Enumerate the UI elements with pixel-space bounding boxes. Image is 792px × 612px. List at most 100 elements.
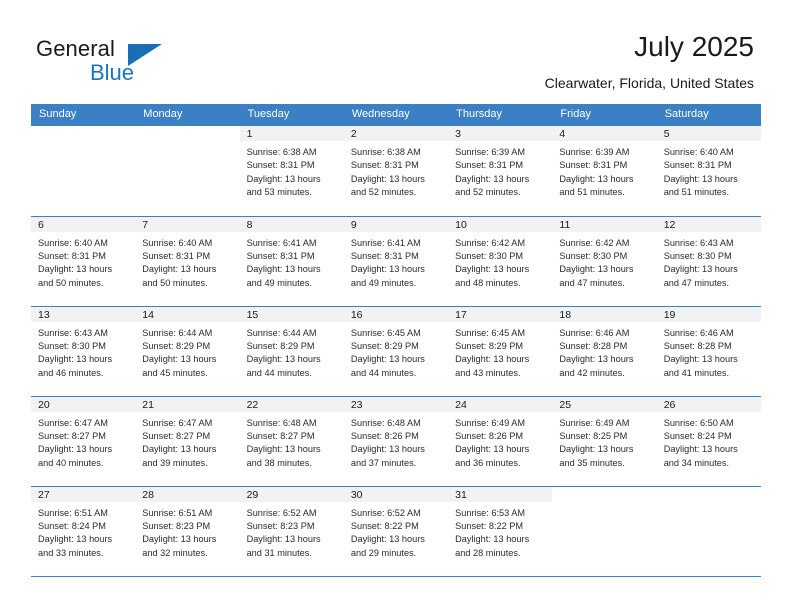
calendar-day-cell[interactable]: 1 Sunrise: 6:38 AM Sunset: 8:31 PM Daylight…: [239, 126, 344, 217]
daylight-duration-line1: Daylight: 13 hours: [38, 354, 113, 365]
sunset-time: Sunset: 8:30 PM: [38, 340, 106, 351]
daylight-duration-line2: and 46 minutes.: [38, 367, 104, 378]
daylight-duration-line1: Daylight: 13 hours: [246, 354, 321, 365]
sunrise-time: Sunrise: 6:40 AM: [142, 237, 213, 248]
weekday-header-sunday: Sunday: [31, 104, 136, 126]
day-number: 29: [239, 486, 344, 502]
calendar-day-cell[interactable]: 22 Sunrise: 6:48 AM Sunset: 8:27 PM Dayligh…: [239, 396, 344, 487]
daylight-duration-line2: and 38 minutes.: [246, 457, 312, 468]
calendar-day-cell[interactable]: 13 Sunrise: 6:43 AM Sunset: 8:30 PM Dayligh…: [31, 306, 136, 397]
calendar-day-cell[interactable]: 28 Sunrise: 6:51 AM Sunset: 8:23 PM Dayligh…: [135, 486, 240, 577]
calendar-day-cell[interactable]: 3 Sunrise: 6:39 AM Sunset: 8:31 PM Daylight…: [448, 126, 553, 217]
calendar-day-cell[interactable]: 7 Sunrise: 6:40 AM Sunset: 8:31 PM Daylight…: [135, 216, 240, 307]
daylight-duration-line1: Daylight: 13 hours: [350, 444, 425, 455]
calendar-day-cell[interactable]: 10 Sunrise: 6:42 AM Sunset: 8:30 PM Dayligh…: [448, 216, 553, 307]
daylight-duration-line2: and 51 minutes.: [559, 187, 625, 198]
weekday-header-friday: Friday: [552, 104, 657, 126]
calendar-day-cell[interactable]: 15 Sunrise: 6:44 AM Sunset: 8:29 PM Dayligh…: [239, 306, 344, 397]
day-details: Sunrise: 6:48 AM Sunset: 8:27 PM Daylight:…: [240, 412, 344, 471]
calendar-day-cell[interactable]: 6 Sunrise: 6:40 AM Sunset: 8:31 PM Daylight…: [31, 216, 136, 307]
calendar-day-cell[interactable]: 4 Sunrise: 6:39 AM Sunset: 8:31 PM Daylight…: [552, 126, 657, 217]
daylight-duration-line2: and 52 minutes.: [350, 187, 417, 198]
day-details: Sunrise: 6:42 AM Sunset: 8:30 PM Daylight:…: [448, 232, 552, 291]
calendar-day-cell[interactable]: 21 Sunrise: 6:47 AM Sunset: 8:27 PM Dayligh…: [135, 396, 240, 487]
sunset-time: Sunset: 8:30 PM: [559, 250, 628, 261]
calendar-day-cell[interactable]: 18 Sunrise: 6:46 AM Sunset: 8:28 PM Dayligh…: [552, 306, 657, 397]
calendar-day-cell[interactable]: 2 Sunrise: 6:38 AM Sunset: 8:31 PM Daylight…: [343, 126, 449, 217]
calendar-day-cell[interactable]: 27 Sunrise: 6:51 AM Sunset: 8:24 PM Dayligh…: [31, 486, 136, 577]
daylight-duration-line2: and 29 minutes.: [350, 547, 417, 558]
day-number: [31, 126, 135, 141]
calendar-day-cell[interactable]: 12 Sunrise: 6:43 AM Sunset: 8:30 PM Dayligh…: [656, 216, 761, 307]
day-number: 25: [552, 396, 657, 412]
day-number: 17: [448, 306, 553, 322]
title-block: July 2025 Clearwater, Florida, United St…: [545, 30, 754, 92]
day-number: 27: [31, 486, 136, 502]
day-details: Sunrise: 6:52 AM Sunset: 8:22 PM Daylight:…: [344, 502, 448, 561]
day-details: Sunrise: 6:48 AM Sunset: 8:26 PM Daylight:…: [344, 412, 448, 471]
sunrise-time: Sunrise: 6:52 AM: [350, 507, 421, 518]
calendar-day-cell[interactable]: 17 Sunrise: 6:45 AM Sunset: 8:29 PM Dayligh…: [448, 306, 553, 397]
calendar-day-cell[interactable]: 20 Sunrise: 6:47 AM Sunset: 8:27 PM Dayligh…: [31, 396, 136, 487]
calendar-day-cell[interactable]: 24 Sunrise: 6:49 AM Sunset: 8:26 PM Dayligh…: [448, 396, 553, 487]
daylight-duration-line2: and 28 minutes.: [455, 547, 521, 558]
daylight-duration-line2: and 50 minutes.: [38, 277, 104, 288]
sunset-time: Sunset: 8:29 PM: [142, 340, 211, 351]
calendar-week-row: 27 Sunrise: 6:51 AM Sunset: 8:24 PM Dayligh…: [31, 486, 761, 577]
daylight-duration-line2: and 50 minutes.: [142, 277, 208, 288]
daylight-duration-line1: Daylight: 13 hours: [246, 173, 321, 184]
calendar-day-cell[interactable]: 9 Sunrise: 6:41 AM Sunset: 8:31 PM Daylight…: [343, 216, 449, 307]
sunset-time: Sunset: 8:22 PM: [350, 520, 419, 531]
calendar-day-cell[interactable]: 11 Sunrise: 6:42 AM Sunset: 8:30 PM Dayligh…: [552, 216, 657, 307]
sunset-time: Sunset: 8:26 PM: [350, 430, 419, 441]
calendar-week-row: 13 Sunrise: 6:43 AM Sunset: 8:30 PM Dayligh…: [31, 306, 761, 397]
day-details: Sunrise: 6:38 AM Sunset: 8:31 PM Daylight:…: [344, 141, 448, 200]
sunrise-time: Sunrise: 6:51 AM: [142, 507, 213, 518]
day-number: [657, 487, 761, 502]
sunset-time: Sunset: 8:29 PM: [246, 340, 315, 351]
calendar-week-row: 6 Sunrise: 6:40 AM Sunset: 8:31 PM Daylight…: [31, 216, 761, 307]
calendar-day-cell[interactable]: 8 Sunrise: 6:41 AM Sunset: 8:31 PM Daylight…: [239, 216, 344, 307]
day-number: 5: [656, 126, 761, 141]
daylight-duration-line1: Daylight: 13 hours: [663, 173, 738, 184]
day-details: Sunrise: 6:47 AM Sunset: 8:27 PM Daylight:…: [31, 412, 135, 471]
calendar-day-cell[interactable]: 25 Sunrise: 6:49 AM Sunset: 8:25 PM Dayligh…: [552, 396, 657, 487]
day-details: Sunrise: 6:40 AM Sunset: 8:31 PM Daylight:…: [135, 232, 239, 291]
day-details: Sunrise: 6:44 AM Sunset: 8:29 PM Daylight:…: [135, 322, 239, 381]
day-number: 26: [656, 396, 761, 412]
daylight-duration-line1: Daylight: 13 hours: [455, 264, 530, 275]
day-number: 7: [135, 216, 240, 232]
daylight-duration-line2: and 53 minutes.: [246, 187, 312, 198]
brand-logo[interactable]: General Blue: [36, 36, 276, 88]
calendar-day-cell[interactable]: 14 Sunrise: 6:44 AM Sunset: 8:29 PM Dayligh…: [135, 306, 240, 397]
calendar-day-cell[interactable]: 23 Sunrise: 6:48 AM Sunset: 8:26 PM Dayligh…: [343, 396, 449, 487]
daylight-duration-line2: and 45 minutes.: [142, 367, 208, 378]
sunset-time: Sunset: 8:31 PM: [663, 160, 732, 171]
sunset-time: Sunset: 8:30 PM: [663, 250, 732, 261]
weekday-header-wednesday: Wednesday: [343, 104, 449, 126]
daylight-duration-line1: Daylight: 13 hours: [246, 534, 321, 545]
sunset-time: Sunset: 8:29 PM: [455, 340, 524, 351]
day-number: 30: [343, 486, 449, 502]
sunrise-time: Sunrise: 6:38 AM: [350, 147, 421, 157]
page-subtitle: Clearwater, Florida, United States: [544, 75, 754, 91]
page-title: July 2025: [634, 31, 754, 62]
day-details: Sunrise: 6:53 AM Sunset: 8:22 PM Daylight:…: [448, 502, 552, 561]
calendar-day-cell[interactable]: 29 Sunrise: 6:52 AM Sunset: 8:23 PM Dayligh…: [239, 486, 344, 577]
calendar-day-cell[interactable]: 19 Sunrise: 6:46 AM Sunset: 8:28 PM Dayligh…: [656, 306, 761, 397]
calendar-day-cell[interactable]: 30 Sunrise: 6:52 AM Sunset: 8:22 PM Dayligh…: [343, 486, 449, 577]
calendar-day-cell[interactable]: 16 Sunrise: 6:45 AM Sunset: 8:29 PM Dayligh…: [343, 306, 449, 397]
daylight-duration-line2: and 48 minutes.: [455, 277, 521, 288]
daylight-duration-line1: Daylight: 13 hours: [455, 173, 530, 184]
day-details: Sunrise: 6:52 AM Sunset: 8:23 PM Daylight:…: [240, 502, 344, 561]
sunrise-time: Sunrise: 6:38 AM: [246, 147, 317, 157]
calendar-day-cell[interactable]: 26 Sunrise: 6:50 AM Sunset: 8:24 PM Dayligh…: [656, 396, 761, 487]
sunset-time: Sunset: 8:31 PM: [350, 250, 419, 261]
daylight-duration-line1: Daylight: 13 hours: [559, 264, 634, 275]
calendar-day-cell[interactable]: 31 Sunrise: 6:53 AM Sunset: 8:22 PM Dayligh…: [448, 486, 553, 577]
daylight-duration-line1: Daylight: 13 hours: [455, 534, 530, 545]
daylight-duration-line2: and 39 minutes.: [142, 457, 208, 468]
calendar-day-cell[interactable]: 5 Sunrise: 6:40 AM Sunset: 8:31 PM Daylight…: [656, 126, 761, 217]
daylight-duration-line2: and 47 minutes.: [559, 277, 625, 288]
sunrise-time: Sunrise: 6:52 AM: [246, 507, 317, 518]
